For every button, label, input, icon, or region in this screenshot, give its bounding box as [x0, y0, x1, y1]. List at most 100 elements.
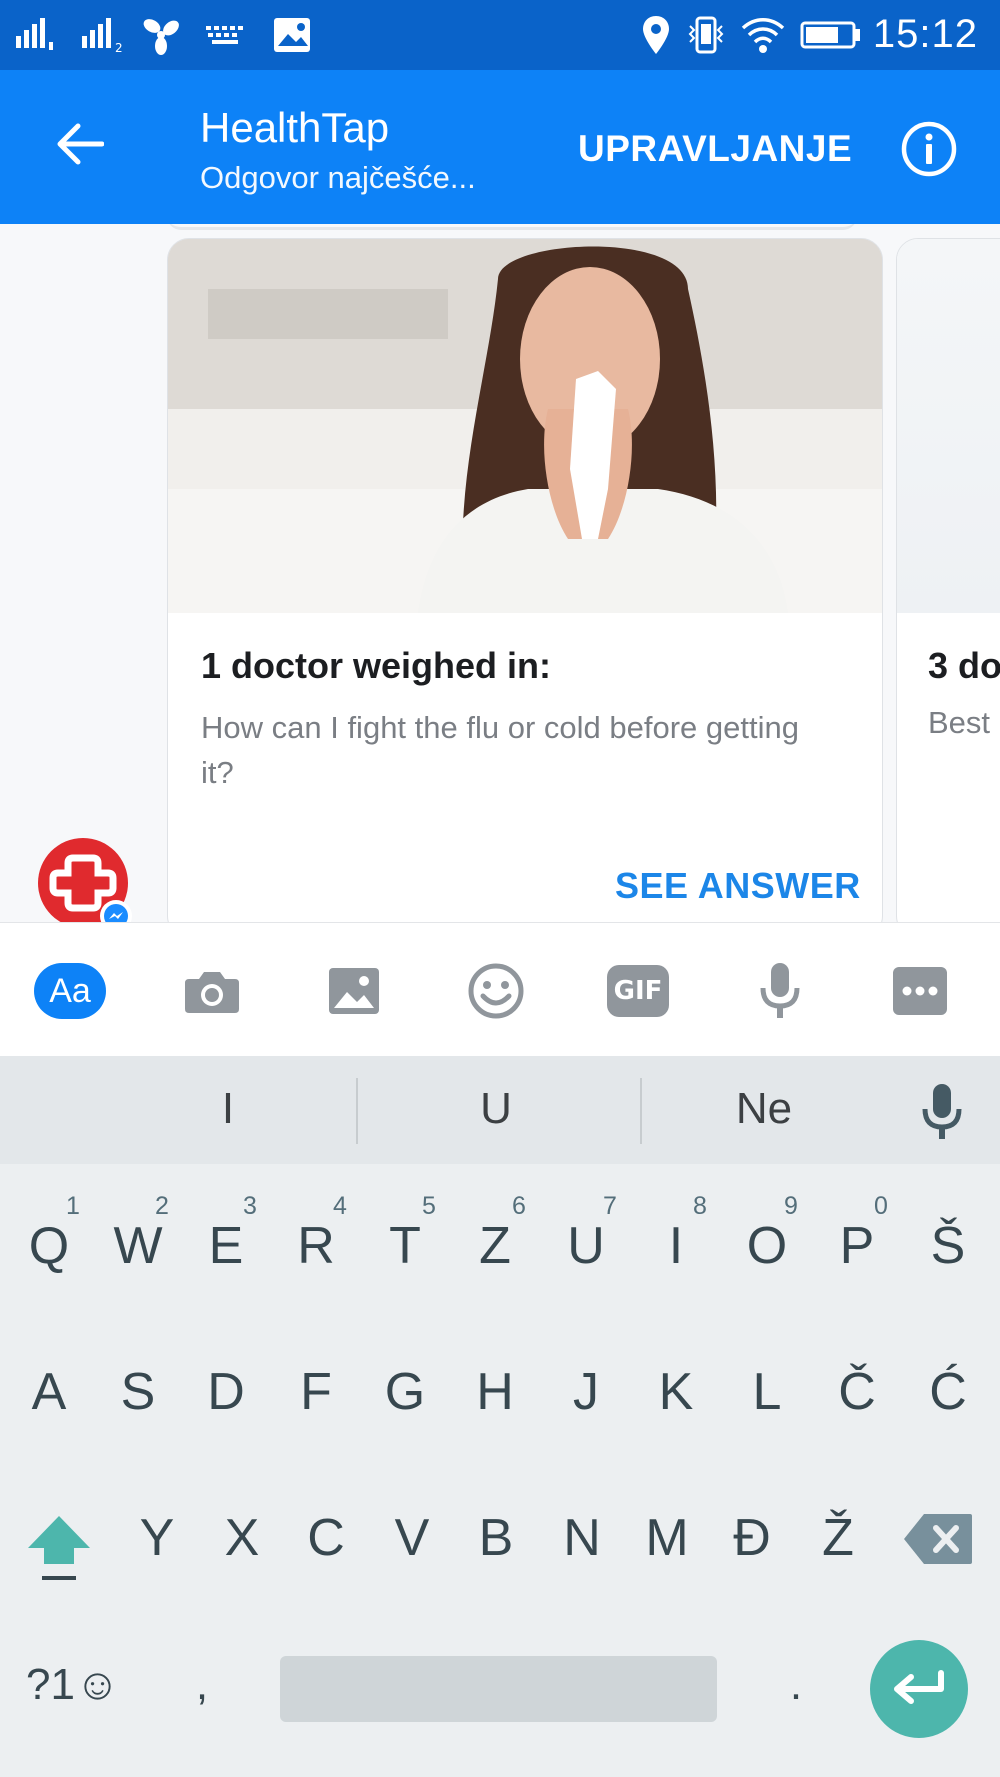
keyboard-icon [206, 26, 243, 44]
suggestion-1[interactable]: I [128, 1084, 328, 1134]
key-h[interactable]: H [455, 1362, 535, 1422]
back-arrow-icon [57, 123, 104, 165]
key-č[interactable]: Č [817, 1362, 897, 1422]
card-photo [168, 239, 882, 613]
see-answer-button[interactable]: SEE ANSWER [615, 865, 861, 907]
key-t[interactable]: T [365, 1216, 445, 1276]
key-đ[interactable]: Đ [712, 1508, 792, 1568]
key-y[interactable]: Y [117, 1508, 197, 1568]
next-answer-card[interactable]: 3 do Best [896, 238, 1000, 922]
voice-button[interactable] [744, 961, 816, 1021]
comma-key[interactable]: , [162, 1660, 242, 1710]
more-button[interactable] [884, 961, 956, 1021]
gallery-icon [329, 968, 379, 1014]
emoji-button[interactable] [460, 961, 532, 1021]
period-key[interactable]: . [756, 1660, 836, 1710]
key-k[interactable]: K [636, 1362, 716, 1422]
key-j[interactable]: J [546, 1362, 626, 1422]
key-p[interactable]: P [817, 1216, 897, 1276]
key-hint-4: 4 [333, 1192, 347, 1220]
key-hint-2: 2 [155, 1192, 169, 1220]
microphone-icon [760, 963, 800, 1018]
key-i[interactable]: I [636, 1216, 716, 1276]
key-v[interactable]: V [372, 1508, 452, 1568]
voice-input-icon[interactable] [920, 1082, 964, 1142]
key-a[interactable]: A [9, 1362, 89, 1422]
enter-icon [894, 1670, 944, 1704]
key-n[interactable]: N [542, 1508, 622, 1568]
key-c[interactable]: C [286, 1508, 366, 1568]
key-f[interactable]: F [276, 1362, 356, 1422]
key-s[interactable]: S [98, 1362, 178, 1422]
text-button-label: Aa [49, 971, 91, 1010]
camera-button[interactable] [176, 961, 248, 1021]
key-g[interactable]: G [365, 1362, 445, 1422]
key-r[interactable]: R [276, 1216, 356, 1276]
key-hint-5: 5 [422, 1192, 436, 1220]
next-card-question: Best [928, 705, 991, 740]
key-u[interactable]: U [546, 1216, 626, 1276]
key-l[interactable]: L [727, 1362, 807, 1422]
card-heading: 1 doctor weighed in: [201, 645, 552, 686]
signal-1-icon [16, 18, 53, 50]
camera-icon [185, 972, 239, 1013]
previous-card-edge [167, 224, 857, 230]
key-hint-1: 1 [66, 1192, 80, 1220]
suggestion-divider [640, 1078, 642, 1144]
composer-toolbar: Aa GIF [0, 922, 1000, 1056]
clock: 15:12 [872, 12, 978, 56]
suggestion-strip: I U Ne [0, 1056, 1000, 1164]
manage-button[interactable]: UPRAVLJANJE [578, 128, 852, 170]
text-button[interactable]: Aa [34, 961, 106, 1021]
conversation-header: HealthTap Odgovor najčešće... UPRAVLJANJ… [0, 70, 1000, 224]
suggestion-divider [356, 1078, 358, 1144]
key-d[interactable]: D [186, 1362, 266, 1422]
gif-button[interactable]: GIF [602, 961, 674, 1021]
soft-keyboard: I U Ne QWERTZUIOPŠ1234567890 ASDFGHJKLČĆ… [0, 1056, 1000, 1777]
key-x[interactable]: X [202, 1508, 282, 1568]
conversation-title[interactable]: HealthTap [200, 104, 389, 152]
key-š[interactable]: Š [908, 1216, 988, 1276]
image-icon [274, 18, 310, 52]
space-key[interactable] [280, 1656, 717, 1722]
suggestion-3[interactable]: Ne [664, 1084, 864, 1134]
wifi-icon [741, 18, 785, 53]
status-bar: 2 15:12 [0, 0, 1000, 70]
back-button[interactable] [40, 104, 120, 184]
info-icon[interactable] [900, 120, 958, 178]
message-thread[interactable]: 1 doctor weighed in: How can I fight the… [0, 224, 1000, 922]
messenger-badge [100, 900, 132, 922]
key-b[interactable]: B [456, 1508, 536, 1568]
key-o[interactable]: O [727, 1216, 807, 1276]
answer-card[interactable]: 1 doctor weighed in: How can I fight the… [167, 238, 883, 922]
signal-2-icon: 2 [82, 18, 123, 54]
conversation-subtitle: Odgovor najčešće... [200, 160, 476, 195]
key-hint-6: 6 [512, 1192, 526, 1220]
emoji-icon [468, 963, 524, 1019]
key-q[interactable]: Q [9, 1216, 89, 1276]
shift-key[interactable] [24, 1512, 94, 1584]
gallery-button[interactable] [318, 961, 390, 1021]
key-ž[interactable]: Ž [798, 1508, 878, 1568]
key-z[interactable]: Z [455, 1216, 535, 1276]
more-icon [893, 967, 947, 1015]
key-w[interactable]: W [98, 1216, 178, 1276]
gif-icon: GIF [607, 965, 669, 1017]
key-hint-7: 7 [603, 1192, 617, 1220]
messenger-icon [104, 904, 128, 922]
card-question: How can I fight the flu or cold before g… [201, 710, 799, 790]
enter-key[interactable] [870, 1640, 968, 1738]
svg-text:2: 2 [115, 41, 123, 54]
backspace-key[interactable] [902, 1512, 974, 1566]
location-icon [643, 16, 669, 54]
key-e[interactable]: E [186, 1216, 266, 1276]
key-ć[interactable]: Ć [908, 1362, 988, 1422]
key-hint-9: 9 [784, 1192, 798, 1220]
suggestion-2[interactable]: U [396, 1084, 596, 1134]
battery-icon [800, 21, 860, 49]
symbols-key[interactable]: ?1☺ [26, 1660, 136, 1710]
next-card-photo [897, 239, 1000, 613]
key-hint-8: 8 [693, 1192, 707, 1220]
key-m[interactable]: M [627, 1508, 707, 1568]
next-card-heading: 3 do [928, 645, 1000, 686]
